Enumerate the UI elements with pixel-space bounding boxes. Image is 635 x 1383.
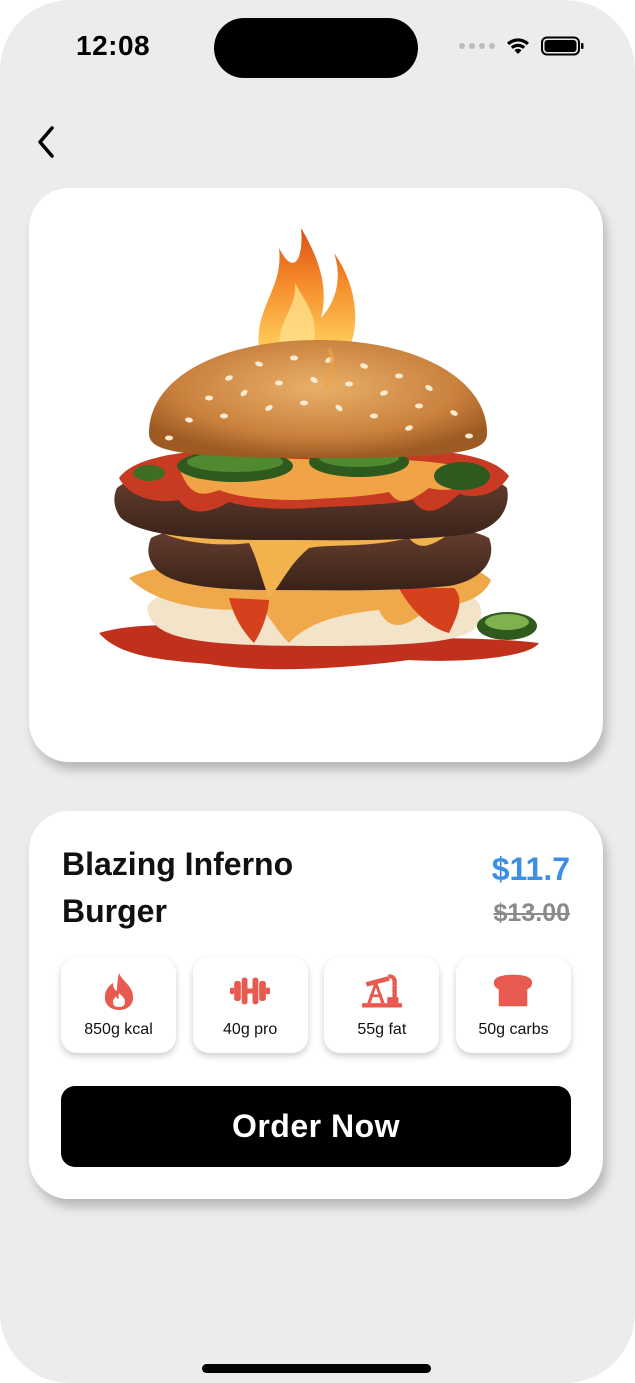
nutrient-label: 50g carbs (478, 1021, 549, 1038)
order-now-button[interactable]: Order Now (61, 1086, 571, 1167)
product-old-price: $13.00 (493, 899, 570, 927)
nutrient-label: 40g pro (223, 1021, 278, 1038)
oil-pump-icon (361, 971, 402, 1011)
dumbbell-icon (230, 971, 271, 1011)
status-time: 12:08 (76, 30, 151, 61)
nutrient-label: 850g kcal (84, 1021, 153, 1038)
product-info-card: Blazing Inferno Burger $11.7 $13.00 850g… (29, 811, 603, 1199)
chevron-left-icon (38, 126, 54, 158)
battery-icon (541, 36, 584, 56)
dynamic-island (214, 18, 418, 78)
nutrient-card-protein: 40g pro (192, 957, 308, 1053)
cellular-signal-icon (459, 43, 495, 49)
nutrient-card-fat: 55g fat (324, 957, 440, 1053)
product-name: Blazing Inferno Burger (62, 846, 294, 929)
nutrient-card-carbs: 50g carbs (455, 957, 571, 1053)
flame-icon (99, 971, 139, 1011)
phone-screen: 12:08 Blazing Inferno Burger $11.7 $13.0… (0, 0, 635, 1383)
wifi-icon (507, 38, 529, 54)
back-button[interactable] (26, 120, 66, 164)
nutrient-card-calories: 850g kcal (61, 957, 176, 1053)
nutrient-label: 55g fat (357, 1021, 407, 1038)
status-icons (459, 36, 585, 56)
home-indicator[interactable] (202, 1364, 431, 1373)
product-price: $11.7 (491, 851, 570, 887)
bread-icon (493, 971, 533, 1011)
burger-image (99, 228, 539, 670)
product-image-card (29, 188, 603, 762)
nutrient-list: 850g kcal 40g pro 55g fat 50g carbs (61, 957, 571, 1053)
